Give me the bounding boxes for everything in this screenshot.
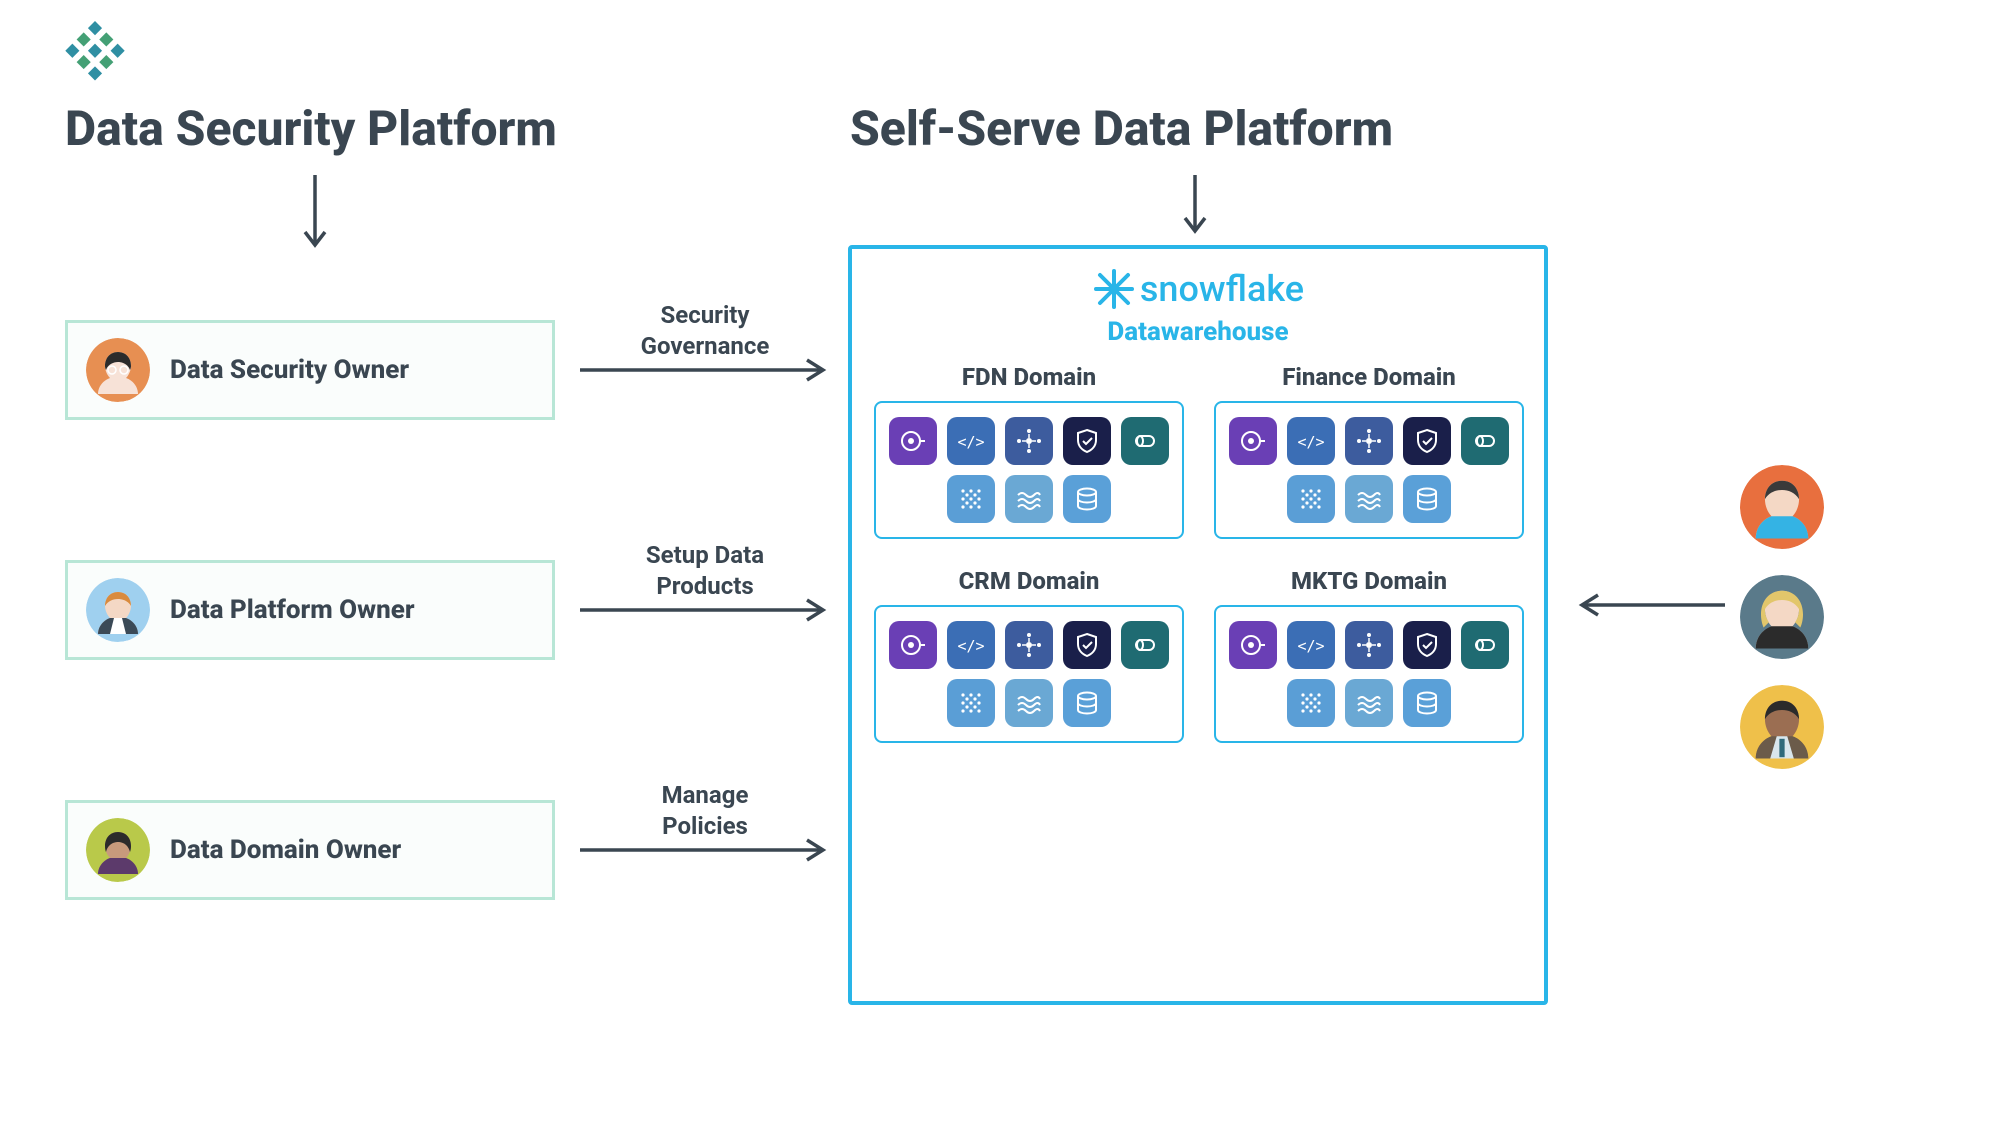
domain-title: MKTG Domain bbox=[1291, 567, 1447, 595]
domain-box: </> bbox=[874, 401, 1184, 539]
title-data-security-platform: Data Security Platform bbox=[65, 100, 557, 157]
domain-box: </> bbox=[1214, 605, 1524, 743]
tile-network-icon bbox=[1345, 621, 1393, 669]
domain-title: FDN Domain bbox=[962, 363, 1096, 391]
domain: Finance Domain </> bbox=[1214, 363, 1524, 539]
arrow-down-icon bbox=[1180, 170, 1210, 245]
tile-ai-head-icon bbox=[889, 417, 937, 465]
svg-text:</>: </> bbox=[1297, 637, 1324, 655]
tile-shield-icon bbox=[1403, 621, 1451, 669]
arrow-label-setup-data-products: Setup Data Products bbox=[610, 540, 800, 602]
tile-database-icon bbox=[1063, 475, 1111, 523]
tile-network-icon bbox=[1005, 417, 1053, 465]
avatar-icon bbox=[1740, 465, 1824, 549]
tile-database-icon bbox=[1403, 679, 1451, 727]
domain-title: CRM Domain bbox=[959, 567, 1100, 595]
tile-waves-icon bbox=[1345, 679, 1393, 727]
data-platform-box: snowflake Datawarehouse FDN Domain</>Fin… bbox=[848, 245, 1548, 1005]
domain: CRM Domain </> bbox=[874, 567, 1184, 743]
tile-shield-icon bbox=[1403, 417, 1451, 465]
consumer-avatars bbox=[1740, 465, 1824, 769]
tile-storage-icon bbox=[1121, 417, 1169, 465]
brand-logo bbox=[60, 20, 130, 94]
domain-grid: FDN Domain</>Finance Domain</>CRM Domain… bbox=[870, 363, 1526, 743]
tile-dots-icon bbox=[947, 679, 995, 727]
domain-box: </> bbox=[874, 605, 1184, 743]
owner-label: Data Domain Owner bbox=[170, 835, 401, 865]
tile-network-icon bbox=[1345, 417, 1393, 465]
arrow-label-security-governance: Security Governance bbox=[610, 300, 800, 362]
owner-card-security: Data Security Owner bbox=[65, 320, 555, 420]
tile-dots-icon bbox=[1287, 475, 1335, 523]
avatar-icon bbox=[1740, 575, 1824, 659]
owner-card-domain: Data Domain Owner bbox=[65, 800, 555, 900]
title-self-serve-data-platform: Self-Serve Data Platform bbox=[850, 100, 1393, 157]
tile-ai-head-icon bbox=[889, 621, 937, 669]
owner-label: Data Security Owner bbox=[170, 355, 409, 385]
tile-database-icon bbox=[1063, 679, 1111, 727]
tile-database-icon bbox=[1403, 475, 1451, 523]
tile-ai-head-icon bbox=[1229, 621, 1277, 669]
snowflake-brand-text: snowflake bbox=[1140, 268, 1304, 310]
tile-storage-icon bbox=[1461, 417, 1509, 465]
tile-shield-icon bbox=[1063, 417, 1111, 465]
avatar-icon bbox=[86, 338, 150, 402]
tile-code-icon: </> bbox=[1287, 417, 1335, 465]
tile-dots-icon bbox=[1287, 679, 1335, 727]
tile-code-icon: </> bbox=[1287, 621, 1335, 669]
avatar-icon bbox=[86, 578, 150, 642]
svg-text:</>: </> bbox=[1297, 433, 1324, 451]
tile-code-icon: </> bbox=[947, 621, 995, 669]
arrow-left-icon bbox=[1570, 590, 1730, 620]
owner-label: Data Platform Owner bbox=[170, 595, 415, 625]
tile-shield-icon bbox=[1063, 621, 1111, 669]
tile-dots-icon bbox=[947, 475, 995, 523]
tile-network-icon bbox=[1005, 621, 1053, 669]
avatar-icon bbox=[86, 818, 150, 882]
domain: FDN Domain </> bbox=[874, 363, 1184, 539]
domain-title: Finance Domain bbox=[1282, 363, 1456, 391]
tile-storage-icon bbox=[1121, 621, 1169, 669]
datawarehouse-label: Datawarehouse bbox=[870, 317, 1526, 347]
tile-storage-icon bbox=[1461, 621, 1509, 669]
snowflake-brand: snowflake bbox=[870, 267, 1526, 311]
tile-waves-icon bbox=[1005, 475, 1053, 523]
owner-card-platform: Data Platform Owner bbox=[65, 560, 555, 660]
domain: MKTG Domain </> bbox=[1214, 567, 1524, 743]
svg-text:</>: </> bbox=[957, 637, 984, 655]
tile-waves-icon bbox=[1345, 475, 1393, 523]
tile-ai-head-icon bbox=[1229, 417, 1277, 465]
tile-waves-icon bbox=[1005, 679, 1053, 727]
snowflake-icon bbox=[1092, 267, 1136, 311]
avatar-icon bbox=[1740, 685, 1824, 769]
svg-text:</>: </> bbox=[957, 433, 984, 451]
domain-box: </> bbox=[1214, 401, 1524, 539]
arrow-down-icon bbox=[300, 170, 330, 260]
tile-code-icon: </> bbox=[947, 417, 995, 465]
arrow-label-manage-policies: Manage Policies bbox=[630, 780, 780, 842]
